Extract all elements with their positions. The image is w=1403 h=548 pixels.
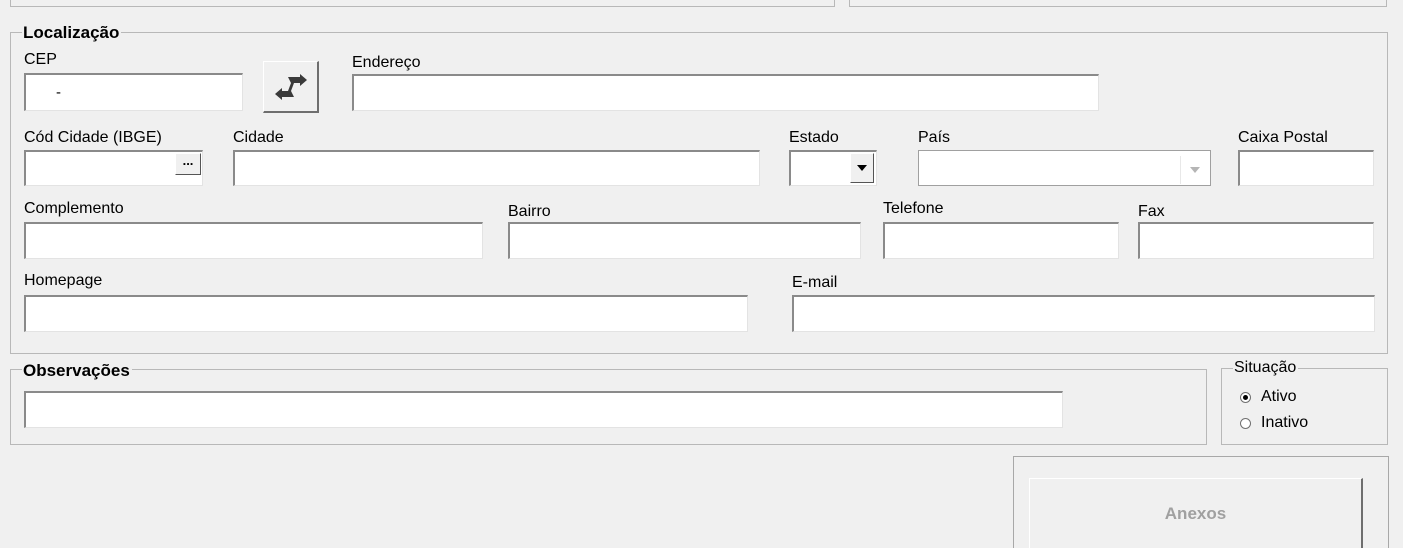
situacao-option-ativo[interactable]: Ativo bbox=[1240, 387, 1297, 407]
telefone-input[interactable] bbox=[883, 222, 1119, 259]
homepage-input[interactable] bbox=[24, 295, 748, 332]
telefone-label: Telefone bbox=[883, 200, 944, 217]
pais-select[interactable] bbox=[918, 150, 1211, 186]
estado-label: Estado bbox=[789, 129, 839, 146]
chevron-down-icon bbox=[857, 165, 867, 171]
cidade-label: Cidade bbox=[233, 129, 284, 146]
top-field-left-fragment bbox=[10, 0, 835, 7]
fax-input[interactable] bbox=[1138, 222, 1374, 259]
cep-label: CEP bbox=[24, 51, 57, 68]
pais-label: País bbox=[918, 129, 951, 146]
situacao-option-inativo[interactable]: Inativo bbox=[1240, 413, 1308, 433]
localizacao-title: Localização bbox=[22, 23, 122, 42]
anexos-button-label: Anexos bbox=[1164, 503, 1227, 523]
observacoes-title: Observações bbox=[22, 361, 132, 380]
pais-dropdown-button[interactable] bbox=[1180, 156, 1208, 184]
cep-input[interactable] bbox=[24, 73, 243, 111]
observacoes-input[interactable] bbox=[24, 391, 1063, 428]
swap-arrows-icon bbox=[274, 73, 307, 100]
homepage-label: Homepage bbox=[24, 272, 103, 289]
email-input[interactable] bbox=[792, 295, 1375, 332]
situacao-option-inativo-label: Inativo bbox=[1261, 414, 1309, 431]
complemento-input[interactable] bbox=[24, 222, 483, 259]
cod-cidade-label: Cód Cidade (IBGE) bbox=[24, 129, 162, 146]
cep-search-button[interactable] bbox=[263, 61, 319, 113]
situacao-title: Situação bbox=[1233, 359, 1299, 377]
email-label: E-mail bbox=[792, 274, 838, 291]
anexos-button[interactable]: Anexos bbox=[1029, 478, 1363, 548]
radio-checked-icon[interactable] bbox=[1240, 391, 1251, 403]
top-field-right-fragment bbox=[849, 0, 1387, 7]
endereco-label: Endereço bbox=[352, 54, 421, 71]
caixa-postal-input[interactable] bbox=[1238, 150, 1374, 186]
ellipsis-icon: ... bbox=[182, 153, 194, 168]
chevron-down-icon bbox=[1189, 167, 1200, 173]
cidade-input[interactable] bbox=[233, 150, 760, 186]
bairro-input[interactable] bbox=[508, 222, 861, 259]
bairro-label: Bairro bbox=[508, 203, 551, 220]
complemento-label: Complemento bbox=[24, 200, 124, 217]
situacao-option-ativo-label: Ativo bbox=[1261, 388, 1297, 405]
radio-unchecked-icon[interactable] bbox=[1240, 417, 1251, 429]
cod-cidade-lookup-button[interactable]: ... bbox=[175, 153, 201, 175]
estado-dropdown-button[interactable] bbox=[850, 153, 874, 183]
endereco-input[interactable] bbox=[352, 74, 1099, 111]
caixa-postal-label: Caixa Postal bbox=[1238, 129, 1328, 146]
fax-label: Fax bbox=[1138, 203, 1165, 220]
